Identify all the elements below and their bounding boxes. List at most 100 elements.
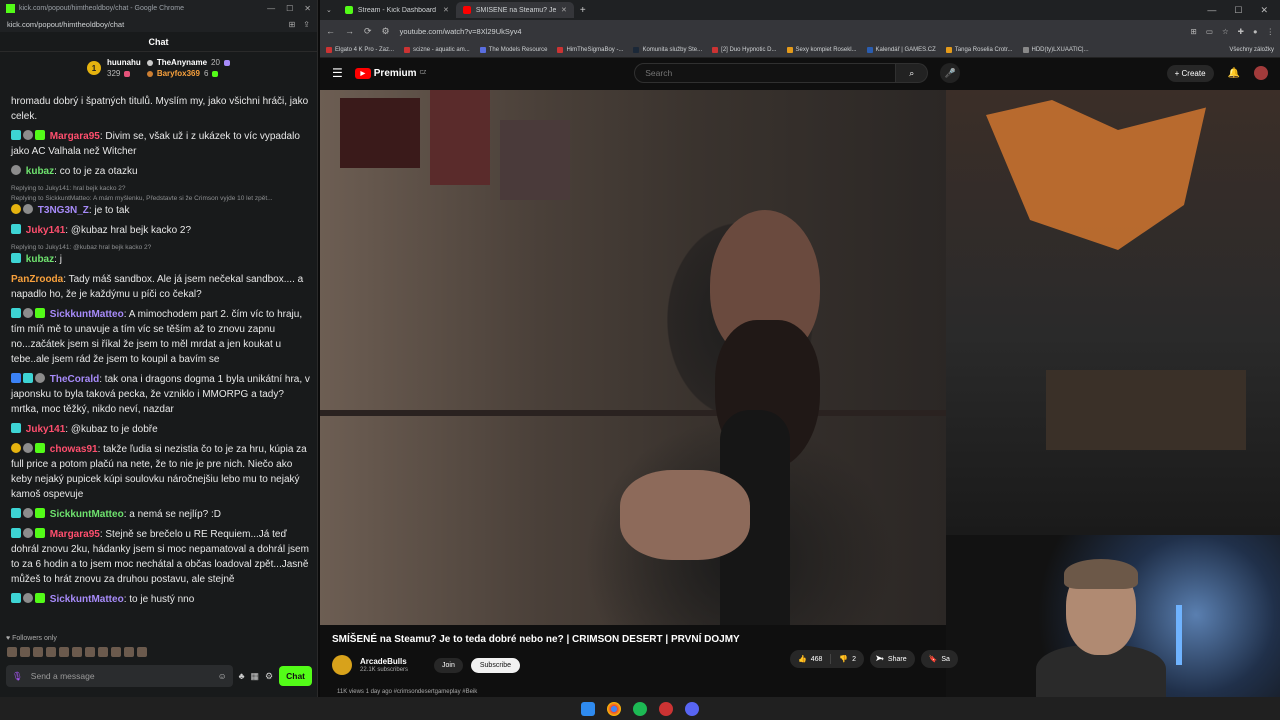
dislike-button[interactable]: 👎 2	[831, 650, 864, 668]
bookmark-item[interactable]: Komunita služby Ste...	[633, 46, 702, 53]
chat-urlbar[interactable]: kick.com/popout/himtheoldboy/chat ⊞ ⇪	[0, 17, 317, 32]
app-taskbar-icon[interactable]	[659, 701, 673, 716]
emote-icon[interactable]	[7, 647, 17, 657]
channel-name[interactable]: ArcadeBulls	[360, 657, 408, 666]
message-username[interactable]: SickkuntMatteo	[50, 309, 124, 320]
message-username[interactable]: Margara95	[50, 131, 100, 142]
discord-taskbar-icon[interactable]	[685, 701, 699, 716]
send-chat-button[interactable]: Chat	[279, 666, 312, 686]
message-username[interactable]: chowas91	[50, 444, 98, 455]
hamburger-menu-icon[interactable]: ☰	[332, 66, 343, 80]
video-player[interactable]	[320, 90, 946, 625]
message-username[interactable]: Juky141	[26, 424, 65, 435]
settings-gear-icon[interactable]: ⚙	[265, 671, 273, 682]
chrome-taskbar-icon[interactable]	[607, 701, 621, 716]
emote-icon[interactable]	[46, 647, 56, 657]
minimize-icon[interactable]: —	[1207, 5, 1216, 16]
save-button[interactable]: 🔖 Sa	[920, 650, 958, 668]
message-username[interactable]: T3NG3N_Z	[38, 205, 89, 216]
message-username[interactable]: SickkuntMatteo	[50, 509, 124, 520]
bookmark-item[interactable]: HDD(ty)LXUAATIC|...	[1022, 46, 1089, 53]
bookmark-item[interactable]: Kalendář | GAMES.CZ	[866, 46, 936, 53]
search-icon[interactable]: ⌕	[896, 63, 929, 83]
profile-icon[interactable]: ●	[1253, 27, 1258, 36]
microphone-icon[interactable]: 🎙	[12, 671, 23, 682]
emote-menu-icon[interactable]: ☺	[218, 671, 227, 681]
notifications-bell-icon[interactable]: 🔔	[1228, 68, 1240, 79]
create-button[interactable]: + Create	[1166, 64, 1214, 82]
minimize-icon[interactable]: —	[267, 4, 275, 13]
chat-message-list[interactable]: hromadu dobrý i špatných titulů. Myslím …	[0, 94, 318, 631]
emote-icon[interactable]	[98, 647, 108, 657]
close-icon[interactable]: ✕	[1260, 5, 1268, 16]
bookmark-item[interactable]: scizne - aquatic am...	[404, 46, 470, 53]
message-text: @kubaz hral bejk kacko 2?	[70, 225, 192, 236]
channel-avatar[interactable]	[332, 655, 352, 675]
translate-icon[interactable]: ⊞	[289, 20, 296, 29]
recent-emotes[interactable]	[7, 647, 147, 657]
bookmark-star-icon[interactable]: ☆	[1222, 27, 1229, 36]
emote-icon[interactable]	[59, 647, 69, 657]
address-bar[interactable]: youtube.com/watch?v=8Xl29UkSyv4	[400, 27, 1181, 36]
emote-icon[interactable]	[85, 647, 95, 657]
new-tab-icon[interactable]: +	[580, 5, 586, 16]
tab-kick-dashboard[interactable]: Stream - Kick Dashboard ✕	[338, 2, 456, 18]
leader-second-name[interactable]: TheAnyname	[157, 58, 207, 67]
message-username[interactable]: TheCorald	[50, 374, 99, 385]
spotify-taskbar-icon[interactable]	[633, 701, 647, 716]
share-icon[interactable]: ⇪	[303, 20, 310, 29]
chat-message: T3NG3N_Z: je to tak	[11, 203, 310, 218]
first-place-medal-icon: 1	[87, 61, 102, 75]
reload-icon[interactable]: ⟳	[364, 26, 372, 37]
leader-first-name[interactable]: huunahu	[107, 58, 141, 67]
start-button-icon[interactable]	[581, 701, 595, 716]
avatar[interactable]	[1254, 66, 1268, 80]
translate-icon[interactable]: ⊞	[1191, 27, 1197, 36]
all-bookmarks[interactable]: Všechny záložky	[1229, 47, 1274, 53]
community-icon[interactable]: ♣	[239, 671, 245, 681]
subscribe-button[interactable]: Subscribe	[470, 657, 521, 673]
store-icon[interactable]: ▦	[251, 671, 260, 682]
maximize-icon[interactable]: ☐	[1234, 5, 1242, 16]
message-username[interactable]: kubaz	[26, 254, 54, 265]
message-username[interactable]: SickkuntMatteo	[50, 594, 124, 605]
tab-search-icon[interactable]: ⌄	[326, 6, 332, 14]
message-username[interactable]: PanZrooda	[11, 274, 63, 285]
third-place-medal-icon	[146, 70, 153, 77]
emote-icon[interactable]	[72, 647, 82, 657]
bookmark-item[interactable]: HimTheSigmaBoy -...	[557, 46, 623, 53]
forward-icon[interactable]: →	[345, 26, 354, 36]
message-username[interactable]: Margara95	[50, 529, 100, 540]
tab-close-icon[interactable]: ✕	[561, 6, 567, 14]
voice-search-icon[interactable]: 🎤	[940, 63, 961, 83]
search-input[interactable]	[634, 63, 897, 83]
tab-youtube-video[interactable]: SMÍŠENÉ na Steamu? Je to tedy... ✕	[455, 2, 574, 18]
like-button[interactable]: 👍 468	[790, 650, 830, 668]
chat-url: kick.com/popout/himtheoldboy/chat	[7, 20, 125, 29]
chat-input[interactable]: 🎙 Send a message ☺	[6, 665, 233, 687]
join-button[interactable]: Join	[434, 657, 463, 673]
bookmark-item[interactable]: [2] Duo Hypnotic D...	[712, 46, 777, 53]
message-username[interactable]: Juky141	[26, 225, 65, 236]
cast-icon[interactable]: ▭	[1206, 27, 1213, 36]
video-views-line[interactable]: 11K views 1 day ago #crimsondesertgamepl…	[337, 689, 477, 695]
back-icon[interactable]: ←	[326, 26, 335, 36]
menu-dots-icon[interactable]: ⋮	[1267, 27, 1275, 36]
emote-icon[interactable]	[33, 647, 43, 657]
youtube-logo[interactable]: ▶ Premium CZ	[354, 67, 426, 79]
bookmark-item[interactable]: The Models Resource	[479, 46, 547, 53]
bookmark-item[interactable]: Sexy kompiet Rosekl...	[786, 46, 857, 53]
message-username[interactable]: kubaz	[26, 166, 54, 177]
emote-icon[interactable]	[111, 647, 121, 657]
maximize-icon[interactable]: ☐	[286, 4, 293, 13]
extensions-icon[interactable]: ✚	[1238, 27, 1244, 36]
emote-icon[interactable]	[20, 647, 30, 657]
tab-close-icon[interactable]: ✕	[443, 6, 449, 14]
emote-icon[interactable]	[137, 647, 147, 657]
emote-icon[interactable]	[124, 647, 134, 657]
close-icon[interactable]: ✕	[304, 4, 311, 13]
bookmark-item[interactable]: Elgato 4 K Pro - Zaz...	[326, 46, 394, 53]
leader-third-name[interactable]: Baryfox369	[157, 69, 200, 78]
bookmark-item[interactable]: Tanga Roselia Crotr...	[945, 46, 1013, 53]
site-info-icon[interactable]: ⚙	[382, 26, 390, 37]
